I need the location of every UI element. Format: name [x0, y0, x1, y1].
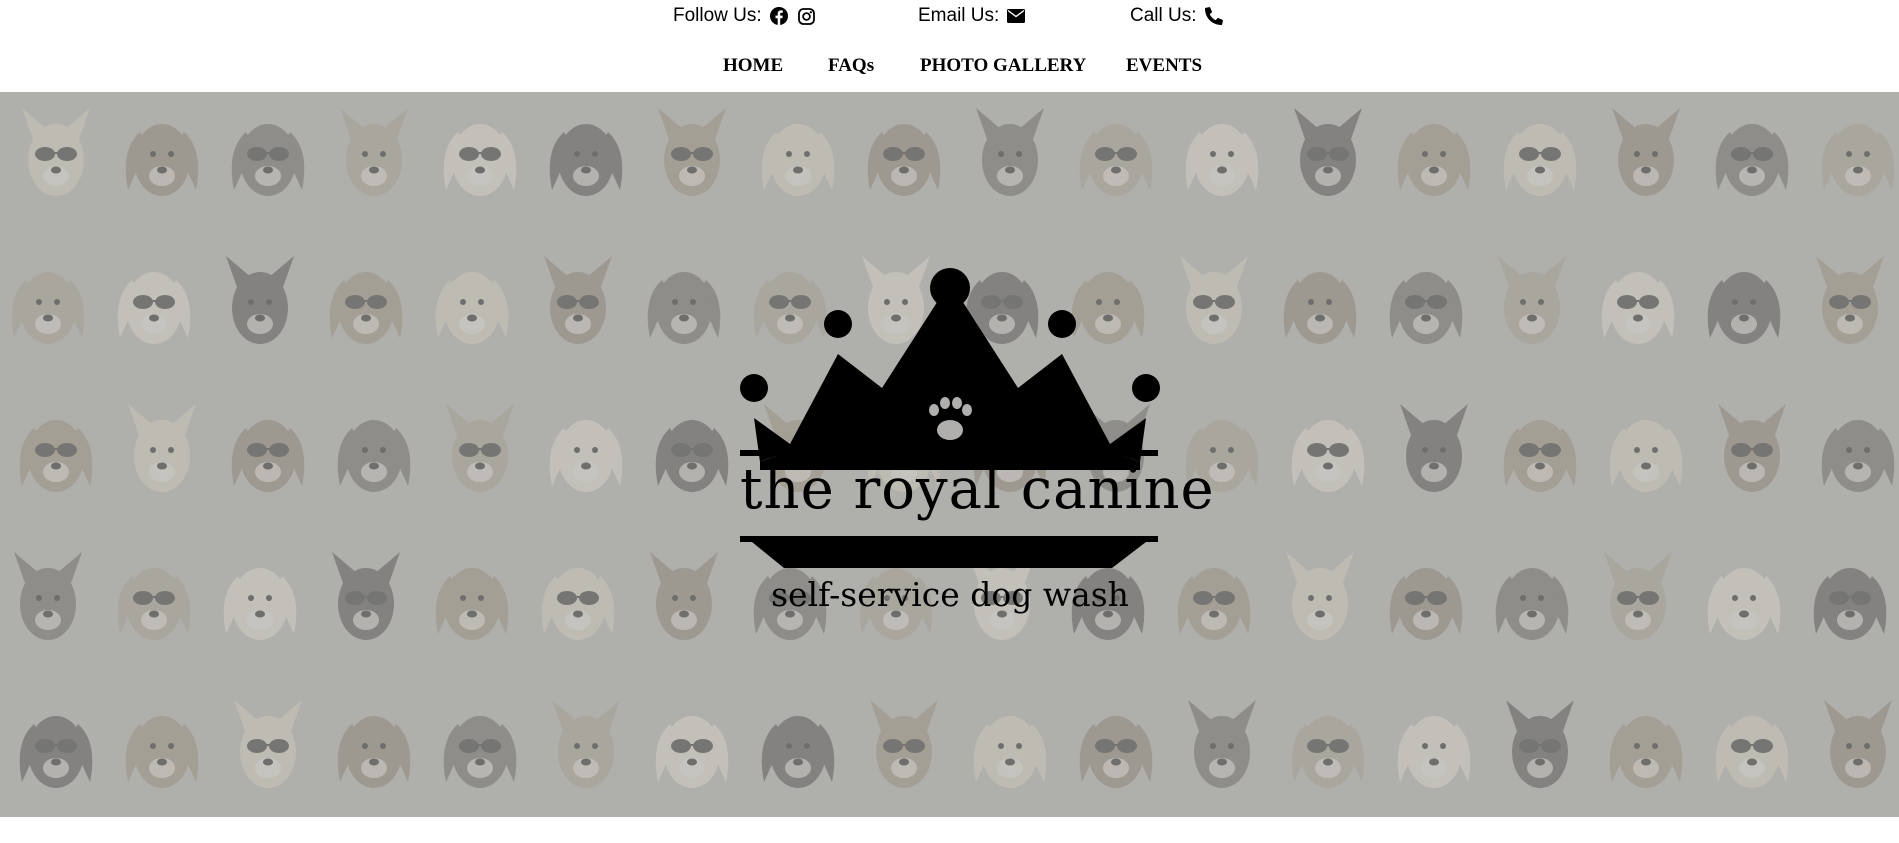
contact-bar: Follow Us: Email Us: Call Us:: [0, 0, 1899, 36]
email-us: Email Us:: [918, 5, 1027, 27]
facebook-icon[interactable]: [768, 5, 790, 27]
nav-faqs[interactable]: FAQs: [828, 55, 874, 77]
hero-banner: the royal canine self-service dog wash: [0, 92, 1899, 817]
crown-icon: [740, 268, 1160, 470]
main-nav: HOME FAQs PHOTO GALLERY EVENTS: [0, 52, 1899, 82]
call-us-label: Call Us:: [1130, 5, 1197, 26]
nav-home[interactable]: HOME: [723, 55, 783, 77]
nav-events[interactable]: EVENTS: [1126, 55, 1202, 77]
email-us-label: Email Us:: [918, 5, 1000, 26]
logo-title: the royal canine: [740, 457, 1215, 522]
envelope-icon[interactable]: [1005, 5, 1027, 27]
phone-icon[interactable]: [1203, 5, 1225, 27]
logo-subtitle: self-service dog wash: [771, 575, 1129, 614]
instagram-icon[interactable]: [796, 5, 818, 27]
brand-logo: the royal canine self-service dog wash: [0, 92, 1899, 817]
follow-us-label: Follow Us:: [673, 5, 762, 26]
call-us: Call Us:: [1130, 5, 1225, 27]
nav-photo-gallery[interactable]: PHOTO GALLERY: [920, 55, 1086, 77]
follow-us: Follow Us:: [673, 5, 818, 27]
